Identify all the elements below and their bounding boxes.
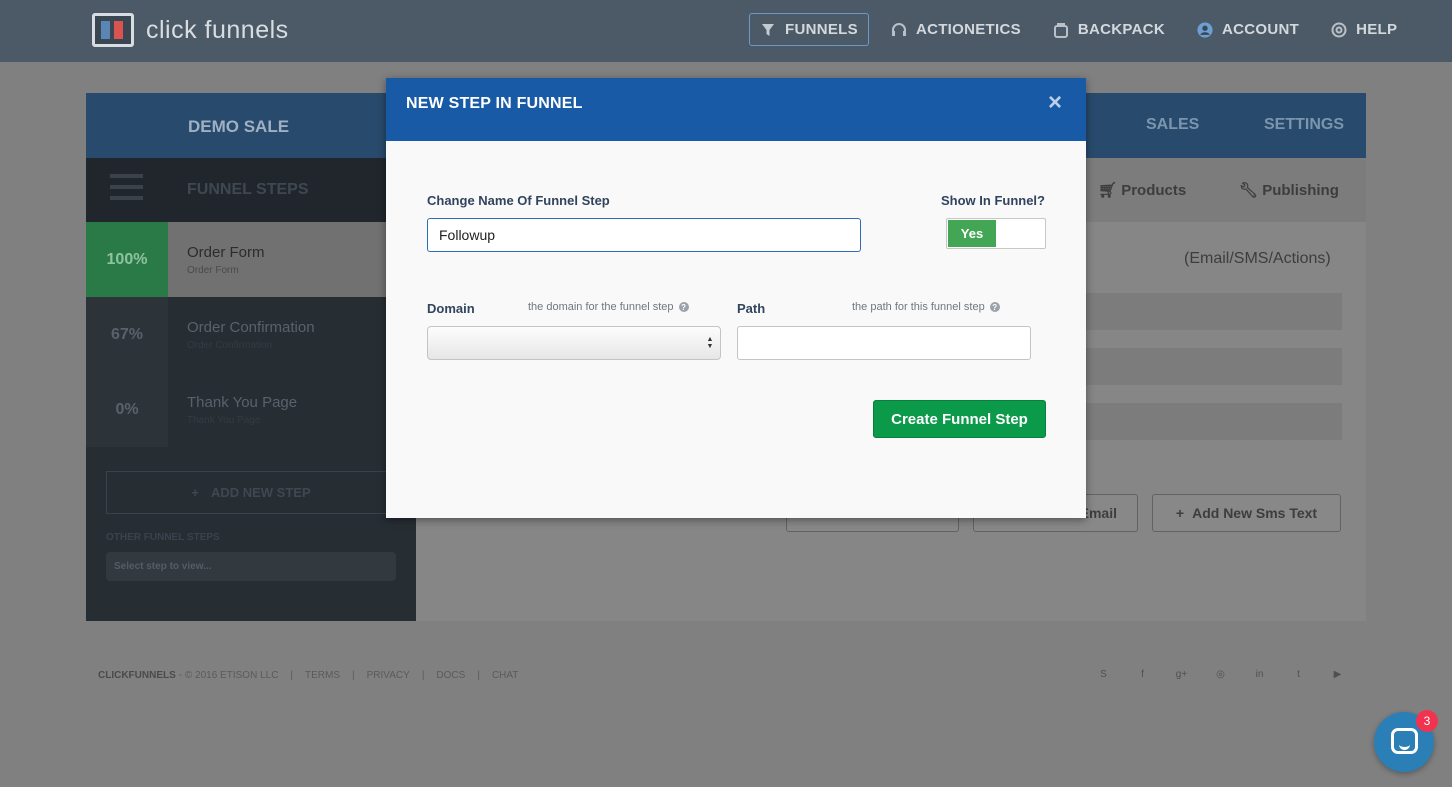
domain-hint: the domain for the funnel step ? bbox=[528, 301, 689, 313]
step-name-input[interactable] bbox=[427, 218, 861, 252]
footer-brand: CLICKFUNNELS bbox=[98, 670, 176, 681]
add-sms-button[interactable]: + Add New Sms Text bbox=[1152, 494, 1341, 532]
footer-separator: | bbox=[290, 670, 294, 681]
close-icon[interactable]: × bbox=[1044, 91, 1066, 115]
nav-actionetics-label: ACTIONETICS bbox=[915, 21, 1021, 38]
new-step-modal: NEW STEP IN FUNNEL × Change Name Of Funn… bbox=[386, 78, 1086, 518]
nav-account-label: ACCOUNT bbox=[1222, 21, 1300, 38]
tab-products-label: Products bbox=[1121, 182, 1187, 199]
backpack-icon bbox=[1053, 22, 1069, 38]
skype-icon[interactable]: S bbox=[1098, 669, 1109, 680]
show-in-funnel-toggle[interactable]: Yes bbox=[946, 218, 1046, 249]
domain-label: Domain bbox=[427, 301, 475, 316]
select-arrows-icon: ▲ ▼ bbox=[706, 336, 714, 350]
logo-text: click funnels bbox=[146, 15, 289, 44]
nav-actionetics[interactable]: ACTIONETICS bbox=[881, 13, 1031, 46]
nav-backpack-label: BACKPACK bbox=[1077, 21, 1166, 38]
toggle-yes: Yes bbox=[948, 220, 996, 247]
top-navbar: click funnels FUNNELS ACTIONETICS BACKPA… bbox=[0, 0, 1452, 62]
logo-icon bbox=[92, 13, 134, 47]
user-icon bbox=[1197, 21, 1213, 38]
footer-separator: | bbox=[352, 670, 355, 681]
followup-caption: (Email/SMS/Actions) bbox=[1184, 250, 1331, 267]
funnel-steps-label: FUNNEL STEPS bbox=[187, 181, 309, 198]
path-input[interactable] bbox=[737, 326, 1031, 360]
google-plus-icon[interactable]: g+ bbox=[1176, 669, 1187, 680]
modal-title: NEW STEP IN FUNNEL bbox=[406, 95, 583, 112]
logo[interactable]: click funnels bbox=[92, 13, 289, 47]
modal-header: NEW STEP IN FUNNEL × bbox=[386, 78, 1086, 141]
followup-row bbox=[1084, 293, 1342, 330]
chat-badge: 3 bbox=[1416, 710, 1438, 732]
nav-account[interactable]: ACCOUNT bbox=[1187, 13, 1309, 46]
followup-row bbox=[1084, 403, 1342, 440]
cart-icon: 🛒︎ bbox=[1098, 182, 1122, 199]
step-name-label: Change Name Of Funnel Step bbox=[427, 193, 610, 208]
menu-icon[interactable] bbox=[110, 174, 143, 200]
youtube-icon[interactable]: ▶ bbox=[1332, 669, 1343, 680]
footer-separator: | bbox=[477, 670, 480, 681]
lifebuoy-icon bbox=[1331, 22, 1347, 38]
footer-link-docs[interactable]: DOCS bbox=[436, 670, 465, 681]
tab-sales[interactable]: SALES bbox=[1146, 116, 1199, 134]
domain-hint-text: the domain for the funnel step bbox=[528, 301, 674, 313]
linkedin-icon[interactable]: in bbox=[1254, 669, 1265, 680]
tab-settings[interactable]: SETTINGS bbox=[1264, 116, 1344, 134]
twitter-icon[interactable]: t bbox=[1293, 669, 1304, 680]
help-icon[interactable]: ? bbox=[989, 302, 1000, 312]
step-subtitle: Thank You Page bbox=[187, 415, 261, 426]
step-order-form[interactable]: 100% Order Form Order Form bbox=[86, 222, 416, 297]
add-new-step-label: ADD NEW STEP bbox=[210, 485, 311, 500]
wrench-icon: 🔧︎ bbox=[1239, 182, 1263, 199]
step-percent: 100% bbox=[86, 222, 168, 297]
path-hint-text: the path for this funnel step bbox=[852, 301, 985, 313]
social-links: S f g+ ◎ in t ▶ bbox=[1098, 669, 1371, 680]
step-name: Order Confirmation bbox=[187, 319, 315, 336]
tab-products[interactable]: 🛒︎ Products bbox=[1098, 181, 1186, 199]
footer: CLICKFUNNELS - © 2016 ETISON LLC | TERMS… bbox=[98, 670, 518, 681]
footer-link-privacy[interactable]: PRIVACY bbox=[367, 670, 410, 681]
tab-publishing-label: Publishing bbox=[1262, 182, 1339, 199]
plus-icon: + bbox=[191, 485, 199, 500]
tab-publishing[interactable]: 🔧︎ Publishing bbox=[1239, 181, 1339, 199]
footer-link-chat[interactable]: CHAT bbox=[492, 670, 518, 681]
other-steps-label: OTHER FUNNEL STEPS bbox=[106, 532, 220, 543]
step-name: Thank You Page bbox=[187, 394, 298, 411]
other-steps-placeholder: Select step to view... bbox=[114, 561, 212, 572]
step-percent: 0% bbox=[86, 372, 168, 447]
instagram-icon[interactable]: ◎ bbox=[1215, 669, 1226, 680]
funnel-title: DEMO SALE bbox=[188, 117, 290, 136]
chat-icon bbox=[1391, 728, 1418, 754]
nav-help[interactable]: HELP bbox=[1321, 13, 1407, 46]
add-sms-label: Add New Sms Text bbox=[1192, 505, 1318, 521]
facebook-icon[interactable]: f bbox=[1137, 669, 1148, 680]
plus-icon: + bbox=[1175, 505, 1185, 521]
main-menu: FUNNELS ACTIONETICS BACKPACK ACCOUNT HEL… bbox=[749, 13, 1419, 46]
footer-separator: | bbox=[421, 670, 425, 681]
nav-funnels[interactable]: FUNNELS bbox=[749, 13, 869, 46]
step-subtitle: Order Confirmation bbox=[187, 340, 273, 351]
footer-copyright: - © 2016 ETISON LLC bbox=[178, 670, 279, 681]
followup-row bbox=[1084, 348, 1342, 385]
step-percent: 67% bbox=[86, 297, 168, 372]
nav-help-label: HELP bbox=[1356, 21, 1398, 38]
step-name: Order Form bbox=[187, 244, 265, 261]
path-hint: the path for this funnel step ? bbox=[852, 301, 1000, 313]
nav-backpack[interactable]: BACKPACK bbox=[1043, 13, 1175, 46]
path-label: Path bbox=[737, 301, 766, 316]
show-in-funnel-label: Show In Funnel? bbox=[941, 193, 1045, 208]
domain-select[interactable]: ▲ ▼ bbox=[427, 326, 721, 360]
create-funnel-step-button[interactable]: Create Funnel Step bbox=[873, 400, 1046, 438]
headset-icon bbox=[891, 22, 907, 38]
other-steps-select[interactable]: Select step to view... bbox=[106, 552, 396, 581]
nav-funnels-label: FUNNELS bbox=[785, 21, 858, 38]
step-thank-you[interactable]: 0% Thank You Page Thank You Page bbox=[86, 372, 416, 447]
step-order-confirmation[interactable]: 67% Order Confirmation Order Confirmatio… bbox=[86, 297, 416, 372]
footer-link-terms[interactable]: TERMS bbox=[305, 670, 340, 681]
step-subtitle: Order Form bbox=[187, 265, 239, 276]
add-new-step-button[interactable]: + ADD NEW STEP bbox=[106, 471, 396, 514]
funnel-icon bbox=[760, 22, 776, 38]
help-icon[interactable]: ? bbox=[678, 302, 689, 312]
